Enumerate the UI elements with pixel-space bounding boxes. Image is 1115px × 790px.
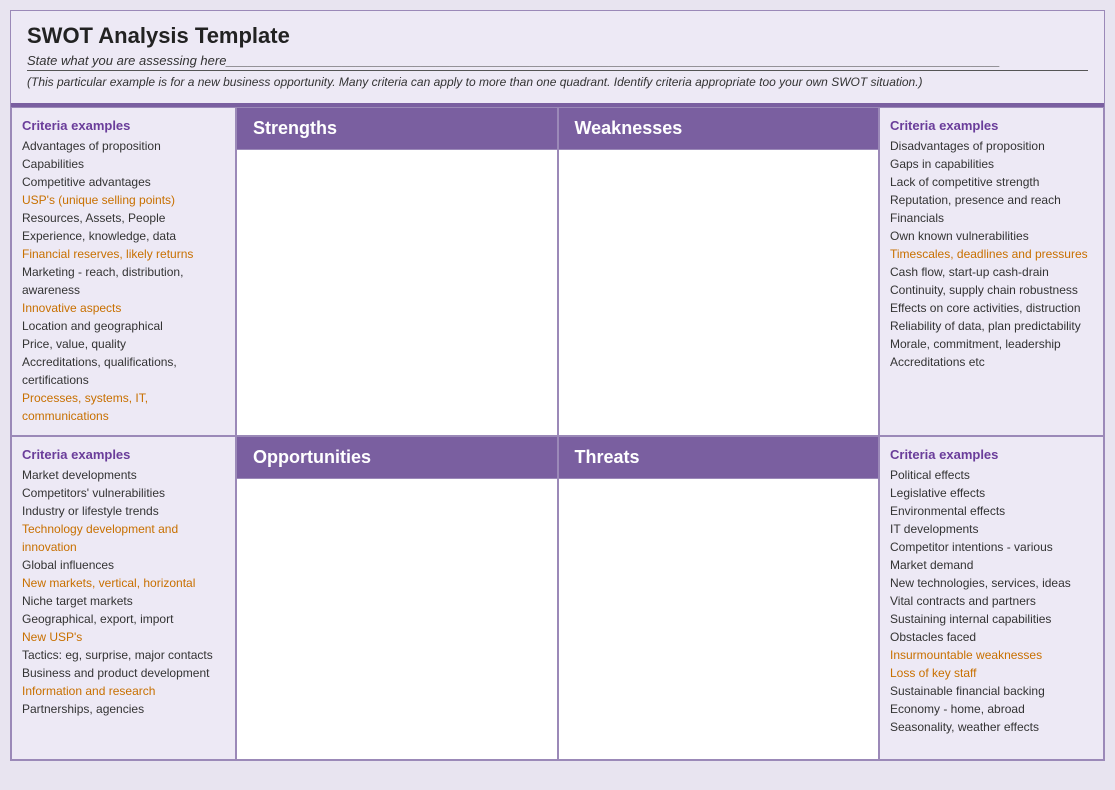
list-item: New USP's: [22, 628, 225, 646]
list-item: Processes, systems, IT, communications: [22, 389, 225, 425]
list-item: Global influences: [22, 556, 225, 574]
strengths-body[interactable]: [237, 150, 557, 435]
criteria-top-left-items: Advantages of propositionCapabilitiesCom…: [22, 137, 225, 425]
weaknesses-body[interactable]: [559, 150, 879, 435]
list-item: Marketing - reach, distribution, awarene…: [22, 263, 225, 299]
criteria-bottom-left-header: Criteria examples: [22, 447, 225, 462]
strengths-header: Strengths: [237, 108, 557, 150]
list-item: Information and research: [22, 682, 225, 700]
list-item: Market developments: [22, 466, 225, 484]
list-item: Competitive advantages: [22, 173, 225, 191]
list-item: IT developments: [890, 520, 1093, 538]
list-item: Gaps in capabilities: [890, 155, 1093, 173]
header-subtitle: State what you are assessing here_______…: [27, 53, 1088, 71]
list-item: Location and geographical: [22, 317, 225, 335]
list-item: Advantages of proposition: [22, 137, 225, 155]
list-item: Own known vulnerabilities: [890, 227, 1093, 245]
list-item: Accreditations, qualifications, certific…: [22, 353, 225, 389]
list-item: Tactics: eg, surprise, major contacts: [22, 646, 225, 664]
page-title: SWOT Analysis Template: [27, 23, 1088, 49]
list-item: Vital contracts and partners: [890, 592, 1093, 610]
list-item: Disadvantages of proposition: [890, 137, 1093, 155]
criteria-bottom-right: Criteria examples Political effectsLegis…: [879, 436, 1104, 760]
list-item: Timescales, deadlines and pressures: [890, 245, 1093, 263]
threats-header: Threats: [559, 437, 879, 479]
list-item: Accreditations etc: [890, 353, 1093, 371]
list-item: Sustainable financial backing: [890, 682, 1093, 700]
list-item: Geographical, export, import: [22, 610, 225, 628]
list-item: Obstacles faced: [890, 628, 1093, 646]
list-item: New markets, vertical, horizontal: [22, 574, 225, 592]
list-item: Effects on core activities, distruction: [890, 299, 1093, 317]
list-item: Insurmountable weaknesses: [890, 646, 1093, 664]
criteria-top-left-header: Criteria examples: [22, 118, 225, 133]
list-item: Political effects: [890, 466, 1093, 484]
criteria-bottom-left-items: Market developmentsCompetitors' vulnerab…: [22, 466, 225, 718]
list-item: Price, value, quality: [22, 335, 225, 353]
list-item: Competitors' vulnerabilities: [22, 484, 225, 502]
list-item: Experience, knowledge, data: [22, 227, 225, 245]
criteria-top-right-header: Criteria examples: [890, 118, 1093, 133]
list-item: Continuity, supply chain robustness: [890, 281, 1093, 299]
list-item: Cash flow, start-up cash-drain: [890, 263, 1093, 281]
opportunities-header: Opportunities: [237, 437, 557, 479]
header-note: (This particular example is for a new bu…: [27, 75, 1088, 89]
list-item: Lack of competitive strength: [890, 173, 1093, 191]
swot-grid: Criteria examples Advantages of proposit…: [11, 105, 1104, 760]
list-item: Innovative aspects: [22, 299, 225, 317]
list-item: Niche target markets: [22, 592, 225, 610]
list-item: Environmental effects: [890, 502, 1093, 520]
list-item: Capabilities: [22, 155, 225, 173]
criteria-top-left: Criteria examples Advantages of proposit…: [11, 107, 236, 436]
criteria-top-right: Criteria examples Disadvantages of propo…: [879, 107, 1104, 436]
list-item: Financials: [890, 209, 1093, 227]
list-item: Reliability of data, plan predictability: [890, 317, 1093, 335]
swot-container: SWOT Analysis Template State what you ar…: [10, 10, 1105, 761]
list-item: Technology development and innovation: [22, 520, 225, 556]
list-item: Business and product development: [22, 664, 225, 682]
list-item: Legislative effects: [890, 484, 1093, 502]
strengths-quadrant: Strengths: [236, 107, 558, 436]
criteria-bottom-right-header: Criteria examples: [890, 447, 1093, 462]
list-item: Industry or lifestyle trends: [22, 502, 225, 520]
threats-quadrant: Threats: [558, 436, 880, 760]
opportunities-quadrant: Opportunities: [236, 436, 558, 760]
list-item: Financial reserves, likely returns: [22, 245, 225, 263]
header-section: SWOT Analysis Template State what you ar…: [11, 11, 1104, 105]
list-item: Partnerships, agencies: [22, 700, 225, 718]
list-item: New technologies, services, ideas: [890, 574, 1093, 592]
opportunities-body[interactable]: [237, 479, 557, 759]
criteria-bottom-right-items: Political effectsLegislative effectsEnvi…: [890, 466, 1093, 736]
list-item: Market demand: [890, 556, 1093, 574]
list-item: Sustaining internal capabilities: [890, 610, 1093, 628]
list-item: USP's (unique selling points): [22, 191, 225, 209]
list-item: Morale, commitment, leadership: [890, 335, 1093, 353]
list-item: Resources, Assets, People: [22, 209, 225, 227]
criteria-top-right-items: Disadvantages of propositionGaps in capa…: [890, 137, 1093, 371]
threats-body[interactable]: [559, 479, 879, 759]
weaknesses-header: Weaknesses: [559, 108, 879, 150]
list-item: Seasonality, weather effects: [890, 718, 1093, 736]
weaknesses-quadrant: Weaknesses: [558, 107, 880, 436]
criteria-bottom-left: Criteria examples Market developmentsCom…: [11, 436, 236, 760]
list-item: Loss of key staff: [890, 664, 1093, 682]
list-item: Competitor intentions - various: [890, 538, 1093, 556]
list-item: Economy - home, abroad: [890, 700, 1093, 718]
list-item: Reputation, presence and reach: [890, 191, 1093, 209]
